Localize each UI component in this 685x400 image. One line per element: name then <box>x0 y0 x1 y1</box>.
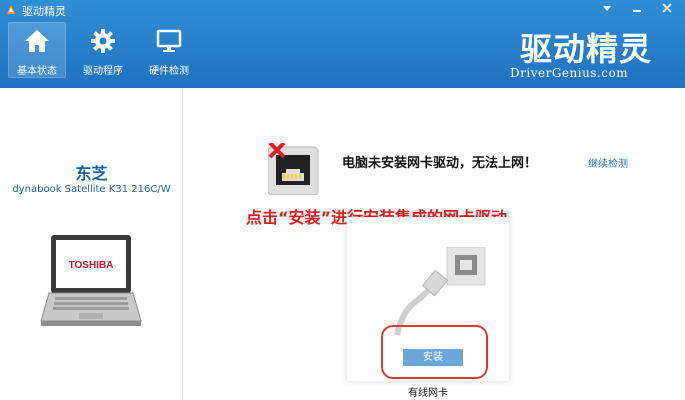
app-window: 驱动精灵 基本状态 驱动程序 硬件检测 驱动精灵 DriverGenius.co… <box>0 0 685 400</box>
network-error-icon <box>268 143 319 195</box>
minimize-button[interactable] <box>626 1 648 18</box>
nav-item-label: 硬件检测 <box>149 66 189 77</box>
network-card-panel: 安装 <box>347 217 509 381</box>
logo-subtitle: DriverGenius.com <box>510 66 629 80</box>
install-button[interactable]: 安装 <box>403 349 463 366</box>
logo-title: 驱动精灵 <box>520 30 653 68</box>
header-bar: 驱动精灵 基本状态 驱动程序 硬件检测 驱动精灵 DriverGenius.co… <box>0 0 685 88</box>
nav-item-hardware[interactable]: 硬件检测 <box>140 22 198 78</box>
nav-item-basic-status[interactable]: 基本状态 <box>8 22 66 78</box>
recheck-link[interactable]: 继续检测 <box>588 155 628 170</box>
home-icon <box>25 30 49 52</box>
nav-item-label: 驱动程序 <box>83 66 123 77</box>
ethernet-port-icon <box>394 247 486 336</box>
title-bar: 驱动精灵 <box>0 0 685 20</box>
menu-icon[interactable] <box>596 1 618 18</box>
device-model: dynabook Satellite K31 216C/W <box>12 184 171 195</box>
close-button[interactable] <box>656 1 678 18</box>
app-icon <box>7 5 15 14</box>
status-message: 电脑未安装网卡驱动，无法上网！ <box>342 156 538 171</box>
nav-item-label: 基本状态 <box>17 66 57 77</box>
device-brand: 东芝 <box>75 164 108 183</box>
screen-logo-text: TOSHIBA <box>69 260 114 271</box>
monitor-icon <box>156 29 182 52</box>
laptop-image: TOSHIBA <box>40 235 142 326</box>
main-content: 电脑未安装网卡驱动，无法上网！ 继续检测 点击“安装”进行安装集成的网卡驱动 安… <box>184 88 685 400</box>
nav-item-drivers[interactable]: 驱动程序 <box>74 22 132 78</box>
gear-icon <box>91 29 115 53</box>
window-title: 驱动精灵 <box>22 5 66 18</box>
network-card-caption: 有线网卡 <box>408 388 448 399</box>
main-nav: 基本状态 驱动程序 硬件检测 <box>8 22 206 80</box>
device-panel: 东芝 dynabook Satellite K31 216C/W TOSHIBA <box>0 88 183 400</box>
brand-logo: 驱动精灵 DriverGenius.com <box>500 24 675 84</box>
